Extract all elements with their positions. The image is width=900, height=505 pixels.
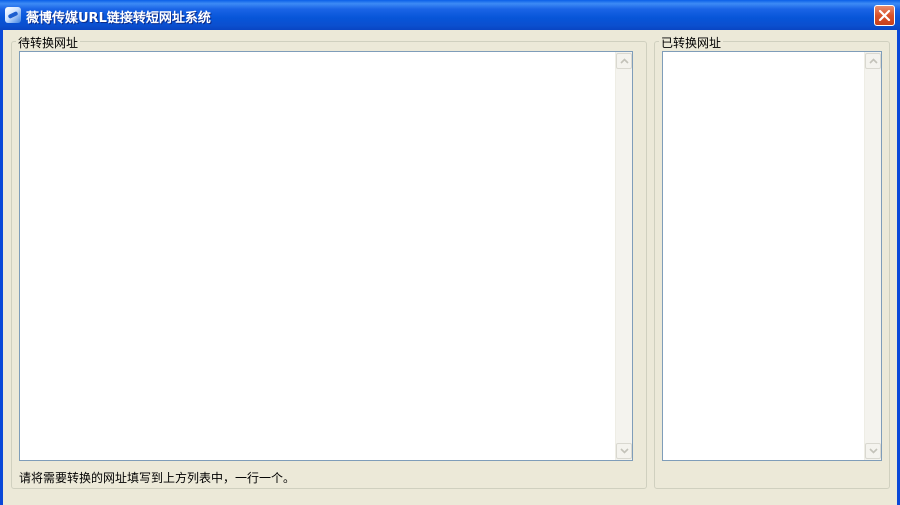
window-title: 薇博传媒URL链接转短网址系统: [26, 11, 211, 26]
result-url-output[interactable]: [663, 52, 881, 460]
source-scroll-up-button[interactable]: [616, 53, 632, 69]
chevron-down-icon: [869, 448, 878, 454]
result-scroll-down-button[interactable]: [865, 443, 881, 459]
app-window: 薇博传媒URL链接转短网址系统 待转换网址 请将需要转换的网址填写到上方列表中，…: [0, 0, 900, 505]
source-url-group: 待转换网址 请将需要转换的网址填写到上方列表中，一行一个。: [11, 34, 647, 489]
chevron-up-icon: [869, 58, 878, 64]
result-url-textbox[interactable]: [662, 51, 882, 461]
source-hint-text: 请将需要转换的网址填写到上方列表中，一行一个。: [19, 471, 296, 485]
source-scroll-down-button[interactable]: [616, 443, 632, 459]
close-button[interactable]: [874, 5, 895, 26]
title-bar[interactable]: 薇博传媒URL链接转短网址系统: [0, 0, 900, 30]
result-url-group: 已转换网址: [654, 34, 890, 489]
close-icon: [878, 9, 891, 22]
app-icon: [5, 7, 21, 23]
source-url-textbox[interactable]: [19, 51, 633, 461]
result-scrollbar[interactable]: [864, 52, 881, 460]
source-url-input[interactable]: [20, 52, 632, 460]
chevron-up-icon: [620, 58, 629, 64]
result-group-label: 已转换网址: [659, 34, 724, 51]
source-scrollbar[interactable]: [615, 52, 632, 460]
result-scroll-up-button[interactable]: [865, 53, 881, 69]
client-area: 待转换网址 请将需要转换的网址填写到上方列表中，一行一个。 已转换网址: [3, 30, 897, 505]
source-group-label: 待转换网址: [16, 34, 81, 51]
chevron-down-icon: [620, 448, 629, 454]
